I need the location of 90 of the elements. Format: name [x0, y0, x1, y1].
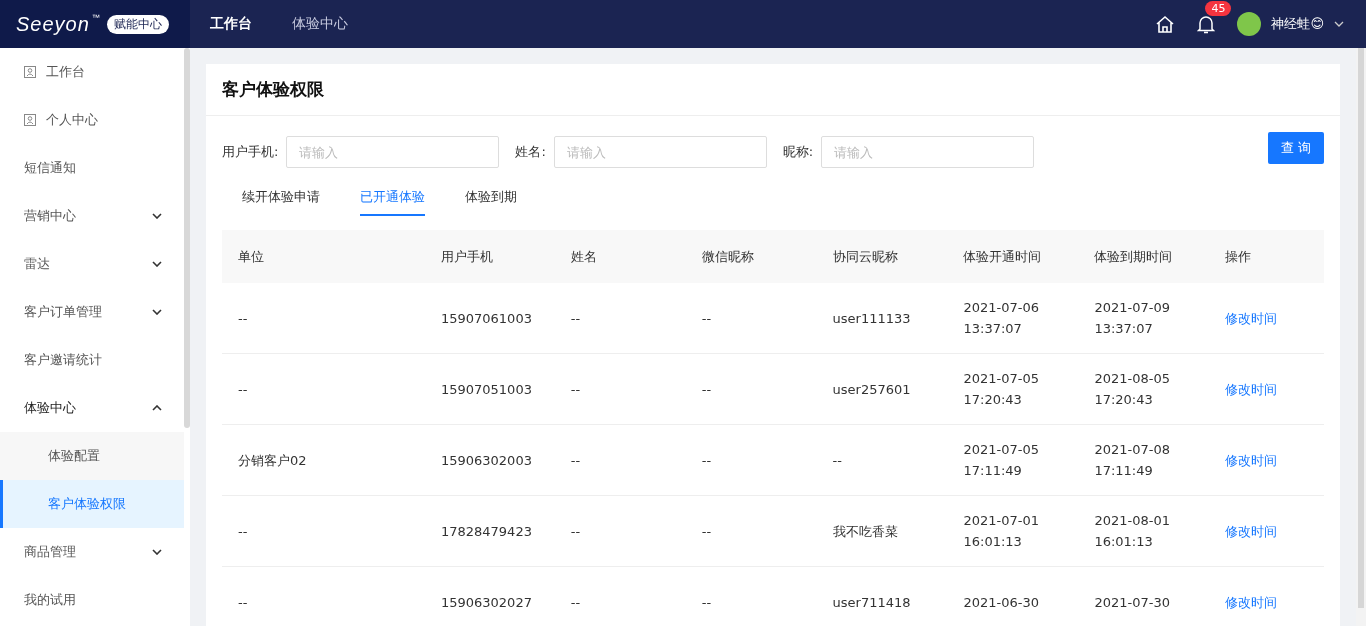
chevron-icon [152, 213, 162, 219]
chevron-icon [152, 405, 162, 411]
input-field[interactable]: 请输入 [553, 136, 767, 168]
column-header: 单位 [222, 230, 425, 283]
table-cell: 2021-07-06 13:37:07 [947, 283, 1079, 354]
profile-icon [24, 66, 36, 78]
table-cell: 2021-07-08 17:11:49 [1078, 424, 1210, 496]
input-field[interactable]: 请输入 [821, 136, 1035, 168]
table-cell: -- [222, 566, 425, 626]
column-header: 体验到期时间 [1078, 230, 1210, 283]
chevron-icon [152, 549, 162, 555]
sidebar-item[interactable]: 商品管理 [0, 528, 184, 576]
table-cell: 2021-07-30 [1078, 566, 1210, 626]
table-cell: 分销客户02 [222, 424, 425, 496]
column-header: 体验开通时间 [947, 230, 1079, 283]
chevron-icon [152, 309, 162, 315]
sidebar-item[interactable]: 雷达 [0, 240, 184, 288]
chevron-icon [152, 261, 162, 267]
table-cell: 15906302027 [424, 566, 555, 626]
tab[interactable]: 续开体验申请 [242, 180, 320, 216]
table-cell: 2021-07-09 13:37:07 [1078, 283, 1210, 354]
filter-label: 昵称: [782, 143, 814, 161]
table-cell: user111133 [816, 283, 948, 354]
column-header: 姓名 [554, 230, 686, 283]
table-cell: -- [222, 353, 425, 425]
edit-time-link[interactable]: 修改时间 [1225, 310, 1278, 326]
product-badge: 赋能中心 [106, 14, 169, 34]
search-button[interactable]: 查 询 [1267, 132, 1324, 164]
sidebar-item[interactable]: 客户邀请统计 [0, 336, 184, 384]
table-cell: -- [685, 566, 817, 626]
nav-tab[interactable]: 体验中心 [272, 0, 368, 48]
table-cell: 2021-08-05 17:20:43 [1078, 353, 1210, 425]
edit-time-link[interactable]: 修改时间 [1225, 523, 1278, 539]
bell-icon[interactable] [1197, 14, 1216, 34]
sidebar-item[interactable]: 工作台 [0, 48, 184, 96]
chevron-icon[interactable] [1334, 21, 1344, 27]
table-cell: 15907051003 [424, 353, 555, 425]
edit-time-link[interactable]: 修改时间 [1225, 452, 1278, 468]
column-header: 协同云昵称 [816, 230, 948, 283]
edit-time-link[interactable]: 修改时间 [1225, 594, 1278, 610]
notification-badge: 45 [1205, 0, 1232, 16]
table-cell: 15906302003 [424, 424, 555, 496]
table-cell: -- [685, 495, 817, 567]
scrollbar-thumb[interactable] [1358, 48, 1364, 608]
page-title: 客户体验权限 [206, 64, 1340, 116]
sidebar-item[interactable]: 体验中心 [0, 384, 184, 432]
table-cell: 我不吃香菜 [816, 495, 948, 567]
sidebar-subitem[interactable]: 客户体验权限 [0, 480, 184, 528]
table-cell: -- [685, 353, 817, 425]
table-cell: 17828479423 [424, 495, 555, 567]
table-cell: 15907061003 [424, 283, 555, 354]
sidebar-item[interactable]: 我的试用 [0, 576, 184, 624]
table-cell: 2021-06-30 [947, 566, 1079, 626]
table-cell: -- [554, 424, 686, 496]
sidebar-item[interactable]: 短信通知 [0, 144, 184, 192]
sidebar-item[interactable]: 个人中心 [0, 96, 184, 144]
profile-icon [24, 114, 36, 126]
filter-label: 用户手机: [222, 143, 279, 161]
table-cell: 2021-07-05 17:11:49 [947, 424, 1079, 496]
scrollbar-thumb[interactable] [184, 48, 190, 428]
table-cell: 2021-08-01 16:01:13 [1078, 495, 1210, 567]
sidebar-item[interactable]: 客户订单管理 [0, 288, 184, 336]
column-header: 操作 [1209, 230, 1324, 283]
column-header: 微信昵称 [685, 230, 817, 283]
avatar[interactable] [1237, 12, 1262, 36]
table-cell: -- [554, 353, 686, 425]
table-cell: -- [685, 424, 817, 496]
table-cell: user711418 [816, 566, 948, 626]
logo: Seeyon™ [16, 12, 101, 36]
table-cell: -- [816, 424, 948, 496]
tab[interactable]: 体验到期 [465, 180, 517, 216]
table-cell: -- [685, 283, 817, 354]
tab[interactable]: 已开通体验 [360, 180, 425, 216]
sidebar-item[interactable]: 营销中心 [0, 192, 184, 240]
table-cell: -- [554, 495, 686, 567]
user-name[interactable]: 神经蛙😊 [1271, 15, 1324, 33]
column-header: 用户手机 [424, 230, 555, 283]
input-field[interactable]: 请输入 [286, 136, 500, 168]
edit-time-link[interactable]: 修改时间 [1225, 381, 1278, 397]
table-cell: 2021-07-01 16:01:13 [947, 495, 1079, 567]
home-icon[interactable] [1155, 14, 1176, 34]
filter-label: 姓名: [515, 143, 546, 161]
nav-tab[interactable]: 工作台 [190, 0, 272, 48]
table-cell: -- [554, 566, 686, 626]
sidebar-subitem[interactable]: 体验配置 [0, 432, 184, 480]
table-cell: -- [222, 283, 425, 354]
table-cell: -- [554, 283, 686, 354]
table-cell: 2021-07-05 17:20:43 [947, 353, 1079, 425]
table-cell: -- [222, 495, 425, 567]
table-cell: user257601 [816, 353, 948, 425]
